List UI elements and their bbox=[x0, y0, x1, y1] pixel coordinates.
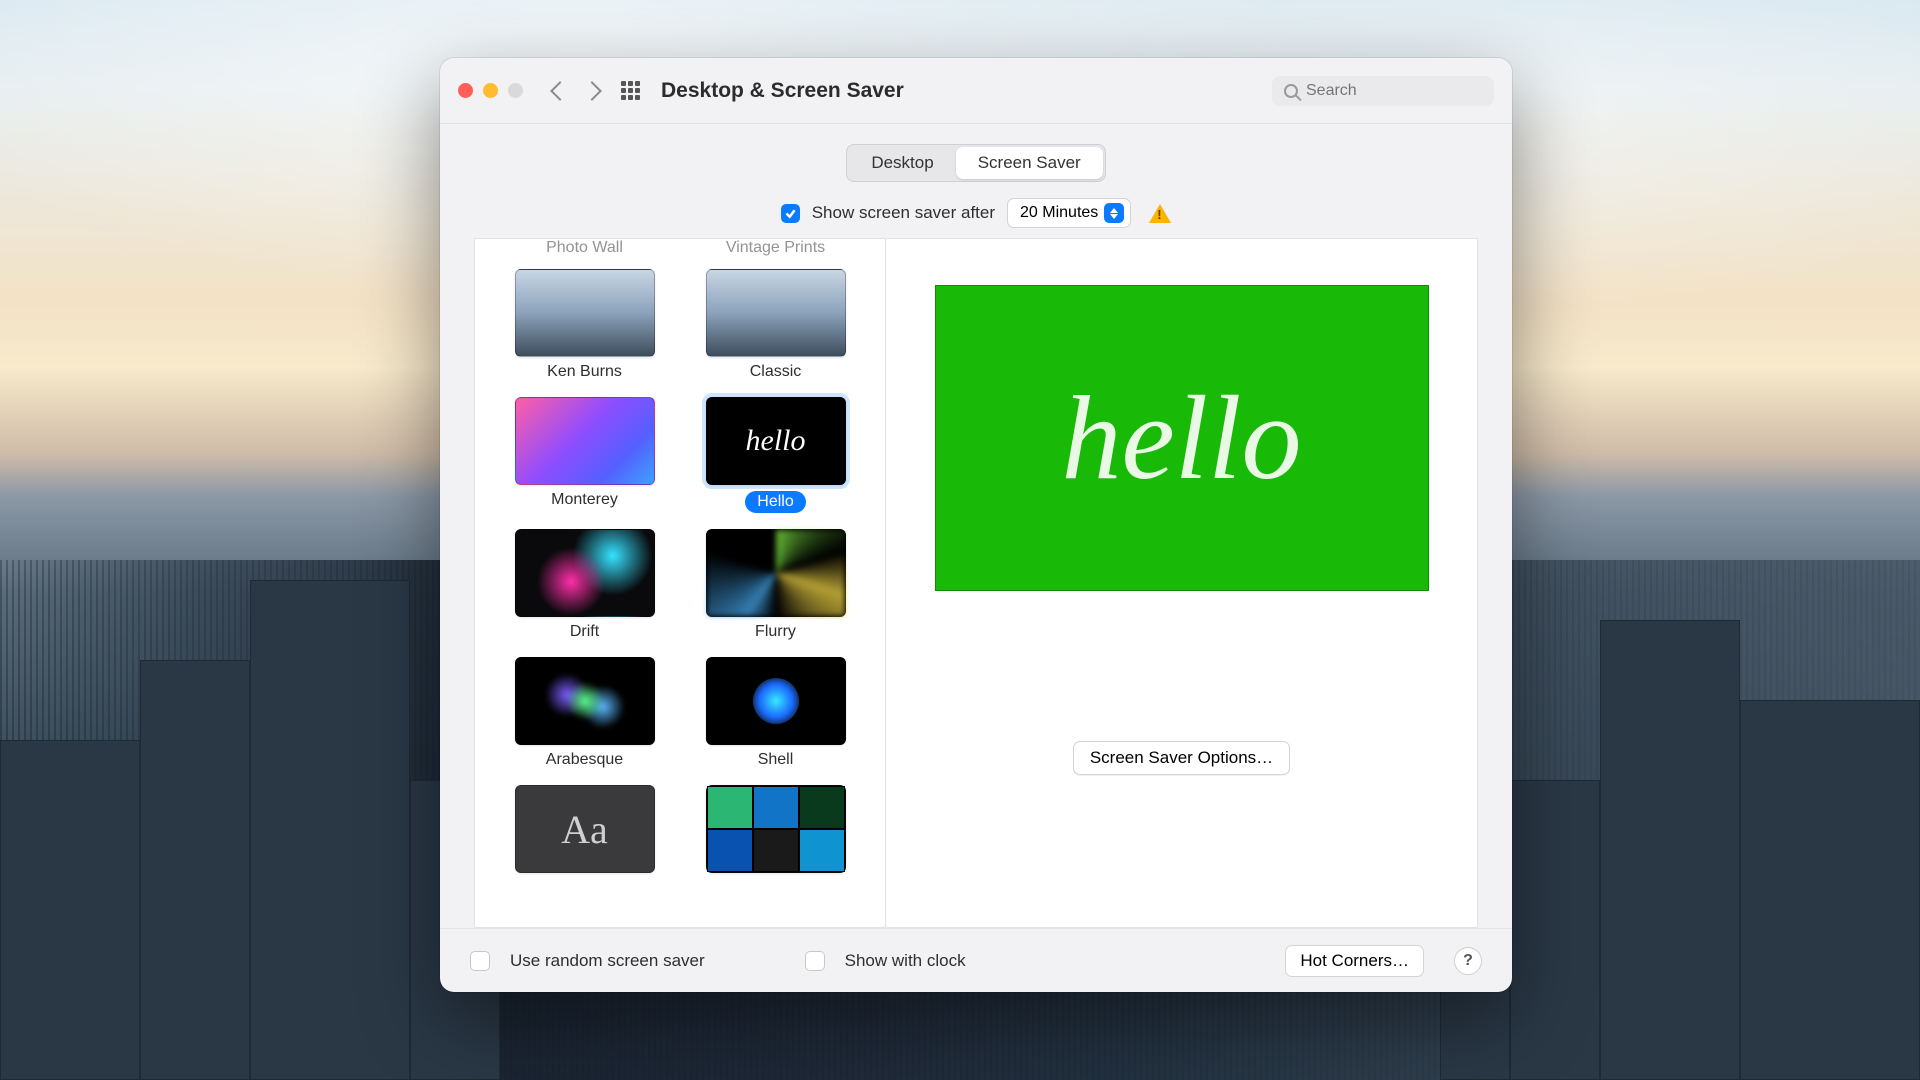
trunc-left: Photo Wall bbox=[489, 239, 680, 257]
preview-panel: hello Screen Saver Options… bbox=[886, 238, 1478, 928]
window-title: Desktop & Screen Saver bbox=[661, 79, 904, 103]
screensaver-options-button[interactable]: Screen Saver Options… bbox=[1073, 741, 1290, 775]
show-after-checkbox[interactable] bbox=[781, 204, 800, 223]
close-button[interactable] bbox=[458, 83, 473, 98]
tab-screensaver[interactable]: Screen Saver bbox=[956, 147, 1103, 179]
search-icon bbox=[1284, 84, 1298, 98]
clock-label: Show with clock bbox=[845, 951, 966, 971]
thumb-wordofday: Aa bbox=[515, 785, 655, 873]
screensaver-item-wordofday[interactable]: Aa bbox=[489, 779, 680, 879]
screensaver-label: Hello bbox=[745, 491, 805, 513]
screensaver-label: Ken Burns bbox=[547, 363, 622, 381]
thumb-hello: hello bbox=[706, 397, 846, 485]
stepper-icon bbox=[1104, 203, 1124, 223]
list-scroll[interactable]: Photo Wall Vintage Prints Ken Burns Class… bbox=[475, 239, 885, 927]
screensaver-label: Shell bbox=[758, 751, 794, 769]
show-after-label: Show screen saver after bbox=[812, 203, 995, 223]
preferences-window: Desktop & Screen Saver Desktop Screen Sa… bbox=[440, 58, 1512, 992]
footer-bar: Use random screen saver Show with clock … bbox=[440, 928, 1512, 992]
delay-value: 20 Minutes bbox=[1020, 204, 1098, 222]
screensaver-item-kenburns[interactable]: Ken Burns bbox=[489, 263, 680, 387]
zoom-button[interactable] bbox=[508, 83, 523, 98]
screensaver-item-arabesque[interactable]: Arabesque bbox=[489, 651, 680, 775]
search-field[interactable] bbox=[1272, 76, 1494, 106]
thumb-monterey bbox=[515, 397, 655, 485]
screensaver-label: Classic bbox=[750, 363, 802, 381]
delay-select[interactable]: 20 Minutes bbox=[1007, 198, 1131, 228]
search-input[interactable] bbox=[1306, 82, 1466, 100]
show-all-icon[interactable] bbox=[621, 81, 641, 101]
content-body: Photo Wall Vintage Prints Ken Burns Class… bbox=[440, 238, 1512, 928]
truncated-row: Photo Wall Vintage Prints bbox=[475, 239, 885, 257]
screensaver-label: Arabesque bbox=[546, 751, 623, 769]
window-controls bbox=[458, 83, 523, 98]
thumb-flurry bbox=[706, 529, 846, 617]
screensaver-item-monterey[interactable]: Monterey bbox=[489, 391, 680, 519]
forward-button[interactable] bbox=[582, 81, 602, 101]
screensaver-label: Monterey bbox=[551, 491, 618, 509]
thumb-classic bbox=[706, 269, 846, 357]
clock-checkbox[interactable] bbox=[805, 951, 825, 971]
thumb-shell bbox=[706, 657, 846, 745]
random-label: Use random screen saver bbox=[510, 951, 705, 971]
thumb-arabesque bbox=[515, 657, 655, 745]
screensaver-label: Drift bbox=[570, 623, 599, 641]
hot-corners-button[interactable]: Hot Corners… bbox=[1285, 945, 1424, 977]
help-button[interactable]: ? bbox=[1454, 947, 1482, 975]
screensaver-label: Flurry bbox=[755, 623, 796, 641]
screensaver-item-hello[interactable]: hello Hello bbox=[680, 391, 871, 519]
minimize-button[interactable] bbox=[483, 83, 498, 98]
tab-bar: Desktop Screen Saver bbox=[440, 124, 1512, 182]
screensaver-preview: hello bbox=[935, 285, 1429, 591]
thumb-albumart bbox=[706, 785, 846, 873]
screensaver-item-classic[interactable]: Classic bbox=[680, 263, 871, 387]
screensaver-item-shell[interactable]: Shell bbox=[680, 651, 871, 775]
tab-desktop[interactable]: Desktop bbox=[849, 147, 955, 179]
titlebar: Desktop & Screen Saver bbox=[440, 58, 1512, 124]
screensaver-item-albumart[interactable] bbox=[680, 779, 871, 879]
preview-hello-text: hello bbox=[1062, 369, 1302, 507]
segmented-control: Desktop Screen Saver bbox=[846, 144, 1105, 182]
screensaver-list[interactable]: Photo Wall Vintage Prints Ken Burns Class… bbox=[474, 238, 886, 928]
trunc-right: Vintage Prints bbox=[680, 239, 871, 257]
desktop-wallpaper: Desktop & Screen Saver Desktop Screen Sa… bbox=[0, 0, 1920, 1080]
thumb-kenburns bbox=[515, 269, 655, 357]
random-checkbox[interactable] bbox=[470, 951, 490, 971]
show-after-row: Show screen saver after 20 Minutes bbox=[440, 182, 1512, 238]
nav-buttons bbox=[553, 84, 599, 98]
thumb-drift bbox=[515, 529, 655, 617]
screensaver-item-flurry[interactable]: Flurry bbox=[680, 523, 871, 647]
warning-icon bbox=[1149, 204, 1171, 223]
back-button[interactable] bbox=[550, 81, 570, 101]
screensaver-item-drift[interactable]: Drift bbox=[489, 523, 680, 647]
check-icon bbox=[784, 207, 797, 220]
